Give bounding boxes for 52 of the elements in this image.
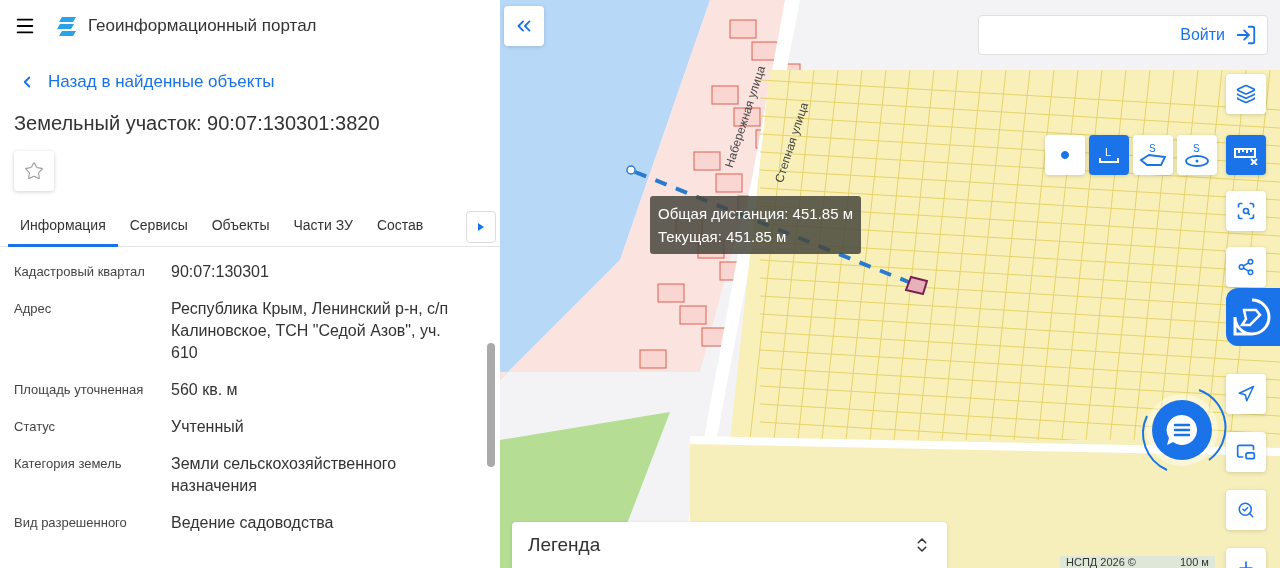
picture-in-picture-icon (1236, 442, 1256, 462)
layers-icon (1236, 84, 1256, 104)
point-icon (1060, 150, 1070, 160)
portal-title: Геоинформационный портал (88, 16, 317, 36)
map-tool-button[interactable] (1226, 247, 1266, 287)
tab-scroll-button[interactable] (466, 211, 496, 243)
measurement-tooltip: Общая дистанция: 451.85 м Текущая: 451.85 м (650, 196, 861, 254)
login-icon (1235, 24, 1257, 46)
measure-tool-button[interactable] (1045, 135, 1085, 175)
attribute-value: 90:07:130301 (171, 262, 270, 282)
map-tool-button[interactable] (1226, 135, 1266, 175)
tab[interactable]: Сервисы (117, 206, 200, 247)
tab[interactable]: Части ЗУ (281, 206, 365, 247)
attribute-label: Адрес (14, 300, 53, 316)
attribute-label: Площадь уточненная (14, 381, 145, 397)
tab[interactable]: Состав (364, 206, 436, 247)
legend-dropdown[interactable]: Легенда (512, 522, 947, 568)
measure-tool-button[interactable]: S (1177, 135, 1217, 175)
map-tool-button[interactable] (1226, 74, 1266, 114)
measure-tool-button[interactable]: S (1133, 135, 1173, 175)
map-tool-button[interactable] (1226, 490, 1266, 530)
location-search-icon (1237, 501, 1255, 519)
logo-icon (56, 15, 78, 37)
chat-icon (1165, 413, 1199, 447)
navigation-arrow-icon (1237, 385, 1255, 403)
attribute-value: Земли сельскохозяйственного назначения (171, 454, 398, 496)
attribute-label: Статус (14, 418, 57, 434)
attribute-value: 560 кв. м (171, 380, 239, 400)
ruler-icon (1233, 145, 1259, 165)
map-tool-button[interactable] (1226, 432, 1266, 472)
share-icon (1237, 258, 1255, 276)
area-search-icon (1236, 201, 1256, 221)
tab[interactable]: Объекты (199, 206, 282, 247)
map-attribution: НСПД 2026 © (1066, 556, 1136, 568)
scale-label: 100 м (1179, 556, 1209, 568)
attribute-value: Ведение садоводства (171, 513, 335, 533)
map-tool-button[interactable] (1226, 374, 1266, 414)
attribute-value: Учтенный (171, 417, 245, 437)
back-link[interactable]: Назад в найденные объекты (0, 62, 500, 102)
login-button[interactable]: Войти (978, 15, 1268, 55)
logo-tab-button[interactable] (1226, 288, 1280, 346)
measure-tool-button[interactable]: L (1089, 135, 1129, 175)
map-logo-icon (1232, 297, 1272, 337)
object-title: Земельный участок: 90:07:130301:3820 (14, 112, 381, 135)
tab[interactable]: Информация (8, 206, 118, 247)
collapse-panel-button[interactable] (504, 6, 544, 46)
map-tool-button[interactable] (1226, 191, 1266, 231)
triangle-right-icon (478, 223, 484, 231)
attribute-label: Кадастровый квартал (14, 263, 146, 279)
attribute-label: Вид разрешенного (14, 514, 128, 530)
attribute-value: Республика Крым, Ленинский р-н, с/п Калиновское, ТСН "Седой Азов", уч. 610 (171, 299, 450, 363)
attribute-label: Категория земель (14, 455, 123, 471)
